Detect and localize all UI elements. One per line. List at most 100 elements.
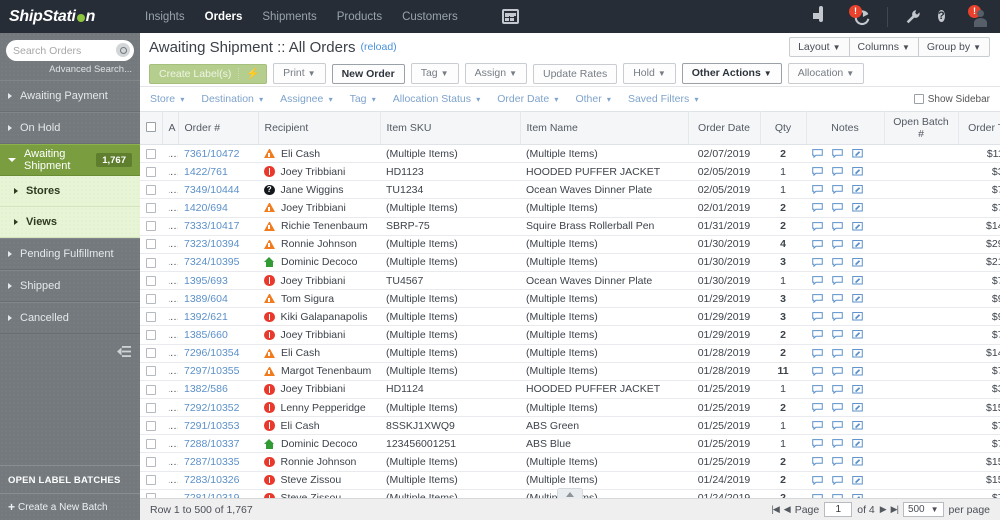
row-select-cell[interactable]	[140, 271, 162, 291]
order-number-cell[interactable]: 7324/10395	[178, 253, 258, 272]
customer-note-icon[interactable]	[812, 185, 823, 195]
nav-orders[interactable]: Orders	[205, 11, 243, 23]
drag-handle-icon[interactable]: ...	[168, 474, 178, 486]
select-all-header[interactable]	[140, 111, 163, 145]
table-row[interactable]: ... 7324/10395 Dominic Decoco (Multiple Ite…	[140, 253, 1000, 272]
edit-note-icon[interactable]	[852, 167, 863, 176]
internal-note-icon[interactable]	[832, 185, 843, 195]
internal-note-icon[interactable]	[832, 403, 843, 413]
advanced-search-link[interactable]: Advanced Search...	[0, 61, 140, 80]
create-new-batch-button[interactable]: + Create a New Batch	[0, 493, 140, 520]
row-select-cell[interactable]	[140, 416, 162, 436]
drag-handle-icon[interactable]: ...	[168, 383, 178, 395]
order-number-link[interactable]: 7296/10354	[184, 347, 239, 359]
order-number-link[interactable]: 1422/761	[184, 166, 228, 178]
update-rates-button[interactable]: Update Rates	[533, 63, 618, 84]
order-number-cell[interactable]: 1389/604	[178, 289, 258, 309]
customer-note-icon[interactable]	[812, 457, 823, 467]
wrench-icon[interactable]	[904, 8, 922, 26]
order-number-cell[interactable]: 7333/10417	[178, 217, 258, 236]
drag-handle-icon[interactable]: ...	[168, 365, 178, 377]
internal-note-icon[interactable]	[832, 348, 843, 358]
customer-note-icon[interactable]	[812, 366, 823, 376]
column-header-notes[interactable]: Notes	[806, 111, 885, 145]
filter-other[interactable]: Other ▾	[575, 93, 611, 105]
sidebar-item-pending-fulfillment[interactable]: Pending Fulfillment	[0, 238, 140, 270]
order-number-link[interactable]: 1395/693	[184, 275, 228, 287]
help-icon[interactable]: ?	[938, 8, 956, 26]
print-button[interactable]: Print ▼	[273, 63, 326, 84]
edit-note-icon[interactable]	[852, 403, 863, 412]
edit-note-icon[interactable]	[852, 276, 863, 285]
internal-note-icon[interactable]	[832, 312, 843, 322]
scroll-up-button[interactable]	[557, 488, 583, 499]
order-number-link[interactable]: 1382/586	[184, 383, 228, 395]
order-number-link[interactable]: 1420/694	[184, 202, 228, 214]
order-number-link[interactable]: 7324/10395	[184, 256, 239, 268]
table-row[interactable]: ... 7287/10335 Ronnie Johnson (Multiple Ite…	[140, 452, 1000, 472]
table-row[interactable]: ... 7333/10417 Richie Tenenbaum SBRP-75 Squi…	[140, 217, 1000, 236]
internal-note-icon[interactable]	[832, 457, 843, 467]
group-by-button[interactable]: Group by ▼	[917, 37, 990, 57]
edit-note-icon[interactable]	[852, 239, 863, 249]
drag-handle-icon[interactable]: ...	[168, 275, 178, 287]
row-checkbox[interactable]	[146, 439, 156, 450]
show-sidebar-toggle[interactable]: Show Sidebar	[913, 94, 990, 105]
internal-note-icon[interactable]	[832, 203, 843, 213]
internal-note-icon[interactable]	[832, 258, 843, 267]
drag-handle-icon[interactable]: ...	[168, 148, 178, 160]
edit-note-icon[interactable]	[852, 457, 863, 466]
calculator-icon[interactable]	[501, 9, 519, 24]
customer-note-icon[interactable]	[812, 330, 823, 340]
row-checkbox[interactable]	[146, 185, 156, 196]
order-number-link[interactable]: 7288/10337	[184, 438, 239, 450]
drag-handle-icon[interactable]: ...	[168, 166, 178, 178]
shipstation-logo[interactable]: ShipStati n	[0, 8, 140, 26]
edit-note-icon[interactable]	[852, 312, 863, 321]
table-row[interactable]: ... 7283/10326 Steve Zissou (Multiple Items…	[140, 471, 1000, 490]
order-number-link[interactable]: 7323/10394	[184, 238, 239, 250]
edit-note-icon[interactable]	[852, 221, 863, 231]
sidebar-item-on-hold[interactable]: On Hold	[0, 112, 140, 144]
order-number-cell[interactable]: 1385/660	[178, 325, 258, 345]
row-checkbox[interactable]	[146, 457, 156, 468]
other-actions-button[interactable]: Other Actions ▼	[681, 63, 782, 84]
sidebar-item-stores[interactable]: Stores	[0, 176, 140, 207]
customer-note-icon[interactable]	[812, 167, 823, 177]
drag-handle-icon[interactable]: ...	[168, 456, 178, 468]
page-number-input[interactable]	[824, 502, 853, 517]
order-number-cell[interactable]: 7292/10352	[178, 398, 258, 418]
row-checkbox[interactable]	[146, 384, 156, 395]
order-number-cell[interactable]: 7291/10353	[178, 416, 258, 436]
row-checkbox[interactable]	[146, 166, 156, 177]
row-select-cell[interactable]	[140, 489, 162, 498]
row-select-cell[interactable]	[140, 180, 162, 200]
order-number-link[interactable]: 1392/621	[184, 311, 228, 323]
order-number-link[interactable]: 7291/10353	[184, 420, 239, 432]
row-select-cell[interactable]	[140, 289, 162, 309]
order-number-cell[interactable]: 1392/621	[178, 307, 258, 327]
sidebar-item-shipped[interactable]: Shipped	[0, 270, 140, 302]
order-number-cell[interactable]: 1382/586	[178, 380, 258, 399]
row-select-cell[interactable]	[140, 471, 162, 490]
edit-note-icon[interactable]	[852, 475, 863, 485]
customer-note-icon[interactable]	[812, 475, 823, 485]
collapse-sidebar-icon[interactable]	[117, 346, 131, 357]
order-number-cell[interactable]: 7281/10319	[178, 489, 258, 498]
row-checkbox[interactable]	[146, 239, 156, 250]
last-page-button[interactable]: ▶|	[891, 504, 899, 515]
row-checkbox[interactable]	[146, 420, 156, 431]
table-row[interactable]: ... 1422/761 Joey Tribbiani HD1123 HOODED PU…	[140, 162, 1000, 182]
row-select-cell[interactable]	[140, 344, 162, 363]
sidebar-item-cancelled[interactable]: Cancelled	[0, 302, 140, 334]
drag-handle-icon[interactable]: ...	[168, 256, 178, 268]
order-number-cell[interactable]: 1420/694	[178, 198, 258, 218]
customer-note-icon[interactable]	[812, 403, 823, 413]
row-checkbox[interactable]	[146, 402, 156, 413]
order-number-link[interactable]: 7361/10472	[184, 148, 239, 160]
drag-handle-icon[interactable]: ...	[168, 202, 178, 214]
internal-note-icon[interactable]	[832, 294, 843, 304]
tag-button[interactable]: Tag ▼	[410, 63, 459, 84]
assign-button[interactable]: Assign ▼	[464, 63, 527, 84]
table-row[interactable]: ... 1385/660 Joey Tribbiani (Multiple Items…	[140, 325, 1000, 345]
